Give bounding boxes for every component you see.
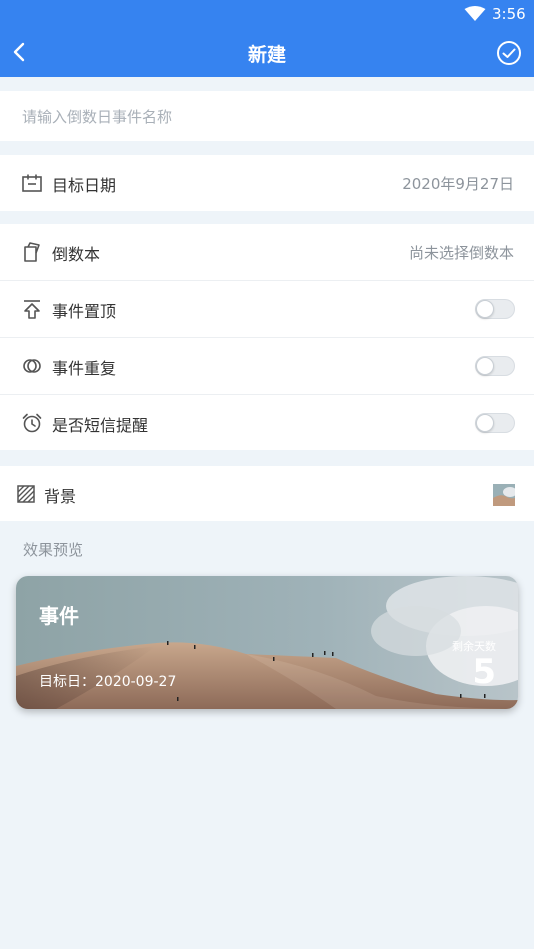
notebook-icon	[24, 242, 40, 262]
preview-card: 事件 目标日：2020-09-27 剩余天数 5	[16, 576, 518, 709]
event-name-input[interactable]	[22, 104, 512, 130]
status-bar: 3:56	[0, 0, 534, 28]
repeat-icon	[23, 359, 41, 373]
wifi-icon	[464, 6, 486, 21]
check-circle-icon[interactable]	[496, 40, 522, 66]
target-date-card: 目标日期 2020年9月27日	[0, 155, 534, 211]
repeat-label: 事件重复	[52, 359, 117, 378]
event-name-card	[0, 91, 534, 141]
sms-reminder-label: 是否短信提醒	[52, 416, 149, 435]
alarm-clock-icon	[22, 413, 42, 433]
countdown-book-value: 尚未选择倒数本	[408, 244, 514, 262]
page-title: 新建	[247, 44, 286, 66]
toggle-knob	[476, 414, 494, 432]
background-label: 背景	[44, 487, 77, 506]
pin-top-icon	[24, 300, 40, 319]
status-time: 3:56	[492, 5, 526, 23]
target-date-row[interactable]: 目标日期 2020年9月27日	[0, 155, 534, 211]
toggle-knob	[476, 357, 494, 375]
toggle-knob	[476, 300, 494, 318]
background-thumbnail[interactable]	[493, 484, 515, 506]
background-thumbnail-image	[493, 484, 515, 506]
repeat-toggle[interactable]	[475, 356, 515, 376]
countdown-book-label: 倒数本	[52, 245, 101, 264]
background-card: 背景	[0, 466, 534, 521]
settings-card: 倒数本 尚未选择倒数本 事件置顶 事件重复 是否短信提醒	[0, 224, 534, 450]
background-pattern-icon	[17, 485, 35, 503]
background-row[interactable]: 背景	[0, 466, 534, 521]
preview-event-title: 事件	[39, 604, 79, 628]
pin-top-label: 事件置顶	[52, 302, 117, 321]
sms-reminder-row: 是否短信提醒	[0, 395, 534, 451]
preview-remaining-days: 5	[472, 652, 496, 692]
preview-section-label: 效果预览	[23, 541, 84, 559]
target-date-value: 2020年9月27日	[402, 175, 514, 193]
sms-reminder-toggle[interactable]	[475, 413, 515, 433]
calendar-icon	[22, 174, 42, 192]
pin-top-toggle[interactable]	[475, 299, 515, 319]
app-bar: 新建	[0, 28, 534, 77]
target-date-label: 目标日期	[52, 176, 117, 195]
preview-target-date: 目标日：2020-09-27	[39, 674, 177, 690]
countdown-book-row[interactable]: 倒数本 尚未选择倒数本	[0, 224, 534, 280]
repeat-row: 事件重复	[0, 338, 534, 394]
pin-top-row: 事件置顶	[0, 281, 534, 337]
